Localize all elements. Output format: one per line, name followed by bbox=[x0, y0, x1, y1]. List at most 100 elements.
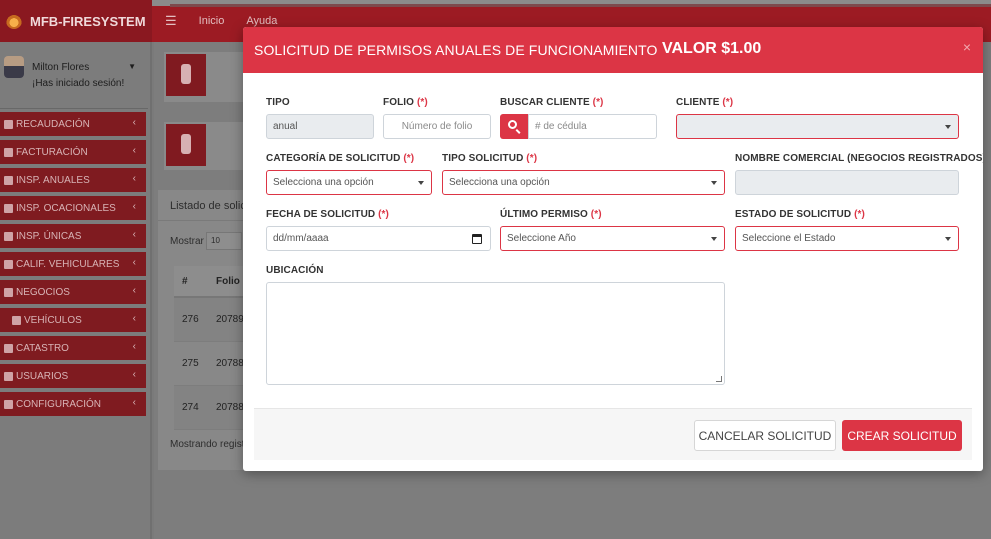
cedula-placeholder: # de cédula bbox=[535, 121, 587, 132]
brand-name: MFB-FIRESYSTEM bbox=[30, 13, 146, 29]
sidebar: Milton Flores ▼ ¡Has iniciado sesión! RE… bbox=[0, 42, 152, 539]
sidebar-item-label: FACTURACIÓN bbox=[16, 146, 88, 158]
building-icon bbox=[4, 287, 13, 297]
ultimo-permiso-label: ÚLTIMO PERMISO (*) bbox=[500, 209, 602, 220]
required-mark: (*) bbox=[526, 153, 538, 164]
sidebar-item-label: NEGOCIOS bbox=[16, 286, 70, 298]
estado-select[interactable]: Seleccione el Estado bbox=[735, 226, 959, 251]
tipo-value: anual bbox=[273, 121, 298, 132]
sidebar-item-label: INSP. ÚNICAS bbox=[16, 230, 82, 242]
tipo-label: TIPO bbox=[266, 97, 290, 108]
user-panel[interactable]: Milton Flores ▼ ¡Has iniciado sesión! bbox=[4, 56, 146, 96]
sidebar-item-calif-vehiculares[interactable]: CALIF. VEHICULARES ‹ bbox=[0, 252, 146, 276]
cell-id: 274 bbox=[182, 402, 199, 413]
cancel-button[interactable]: CANCELAR SOLICITUD bbox=[694, 420, 836, 451]
categoria-select[interactable]: Selecciona una opción bbox=[266, 170, 432, 195]
fecha-input[interactable]: dd/mm/aaaa bbox=[266, 226, 491, 251]
ultimo-permiso-value: Seleccione Año bbox=[507, 233, 576, 244]
extinguisher-icon bbox=[4, 203, 13, 213]
nav-ayuda[interactable]: Ayuda bbox=[246, 15, 277, 27]
extinguisher-icon bbox=[4, 175, 13, 185]
sidebar-item-insp-anuales[interactable]: INSP. ANUALES ‹ bbox=[0, 168, 146, 192]
chevron-left-icon: ‹ bbox=[132, 173, 136, 184]
divider bbox=[158, 220, 254, 221]
nombre-comercial-label-text: NOMBRE COMERCIAL (NEGOCIOS REGISTRADOS) bbox=[735, 153, 983, 164]
cliente-select[interactable] bbox=[676, 114, 959, 139]
sidebar-item-vehiculos[interactable]: VEHÍCULOS ‹ bbox=[0, 308, 146, 332]
sidebar-item-label: INSP. ANUALES bbox=[16, 174, 90, 186]
categoria-label-text: CATEGORÍA DE SOLICITUD bbox=[266, 153, 401, 164]
table-row[interactable]: 275 20788 bbox=[174, 342, 254, 386]
folio-label: FOLIO (*) bbox=[383, 97, 428, 108]
column-header-id[interactable]: # bbox=[174, 276, 208, 287]
folio-input[interactable]: Número de folio bbox=[383, 114, 491, 139]
create-request-button[interactable]: CREAR SOLICITUD bbox=[842, 420, 962, 451]
tipo-solicitud-select[interactable]: Selecciona una opción bbox=[442, 170, 725, 195]
fecha-placeholder: dd/mm/aaaa bbox=[273, 233, 329, 244]
ubicacion-textarea[interactable] bbox=[266, 282, 725, 385]
cell-id: 275 bbox=[182, 358, 199, 369]
folio-placeholder: Número de folio bbox=[401, 121, 473, 132]
calendar-icon[interactable] bbox=[472, 234, 482, 244]
search-icon bbox=[508, 120, 517, 129]
user-plus-icon bbox=[4, 371, 13, 381]
resize-handle[interactable] bbox=[716, 376, 722, 382]
estado-label-text: ESTADO DE SOLICITUD bbox=[735, 209, 852, 220]
sidebar-item-recaudacion[interactable]: RECAUDACIÓN ‹ bbox=[0, 112, 146, 136]
user-name: Milton Flores bbox=[32, 62, 90, 73]
tipo-field[interactable]: anual bbox=[266, 114, 374, 139]
search-button[interactable] bbox=[500, 114, 528, 139]
chevron-down-icon bbox=[945, 125, 951, 129]
sidebar-item-facturacion[interactable]: FACTURACIÓN ‹ bbox=[0, 140, 146, 164]
tipo-solicitud-label: TIPO SOLICITUD (*) bbox=[442, 153, 537, 164]
table-row[interactable]: 274 20788 bbox=[174, 386, 254, 430]
requests-table: # Folio 276 20789 275 20788 274 20788 bbox=[174, 266, 254, 430]
fecha-label-text: FECHA DE SOLICITUD bbox=[266, 209, 376, 220]
table-info: Mostrando regist bbox=[170, 439, 245, 450]
nav-inicio[interactable]: Inicio bbox=[199, 15, 225, 27]
buscar-cliente-label: BUSCAR CLIENTE (*) bbox=[500, 97, 604, 108]
sidebar-item-insp-unicas[interactable]: INSP. ÚNICAS ‹ bbox=[0, 224, 146, 248]
sidebar-item-configuracion[interactable]: CONFIGURACIÓN ‹ bbox=[0, 392, 146, 416]
ubicacion-label-text: UBICACIÓN bbox=[266, 265, 324, 276]
panel-title: Listado de solic bbox=[170, 200, 246, 212]
tipo-solicitud-value: Selecciona una opción bbox=[449, 177, 550, 188]
avatar bbox=[4, 56, 24, 78]
sidebar-item-catastro[interactable]: CATASTRO ‹ bbox=[0, 336, 146, 360]
chevron-left-icon: ‹ bbox=[132, 229, 136, 240]
chevron-down-icon bbox=[945, 237, 951, 241]
modal-price: VALOR $1.00 bbox=[662, 40, 762, 57]
modal-title: SOLICITUD DE PERMISOS ANUALES DE FUNCION… bbox=[254, 42, 658, 58]
show-entries-label: Mostrar bbox=[170, 236, 204, 247]
buscar-cliente-label-text: BUSCAR CLIENTE bbox=[500, 97, 590, 108]
table-row[interactable]: 276 20789 bbox=[174, 298, 254, 342]
brand[interactable]: MFB-FIRESYSTEM bbox=[0, 0, 152, 42]
chevron-left-icon: ‹ bbox=[132, 369, 136, 380]
divider bbox=[0, 108, 148, 109]
invoice-icon bbox=[4, 147, 13, 157]
nombre-comercial-label: NOMBRE COMERCIAL (NEGOCIOS REGISTRADOS) bbox=[735, 153, 983, 164]
required-mark: (*) bbox=[854, 209, 865, 220]
sidebar-item-label: CALIF. VEHICULARES bbox=[16, 258, 120, 270]
chevron-down-icon[interactable]: ▼ bbox=[128, 62, 136, 71]
modal-footer: CANCELAR SOLICITUD CREAR SOLICITUD bbox=[254, 408, 972, 460]
categoria-label: CATEGORÍA DE SOLICITUD (*) bbox=[266, 153, 414, 164]
hamburger-menu-icon[interactable]: ☰ bbox=[165, 13, 177, 29]
user-status: ¡Has iniciado sesión! bbox=[32, 78, 125, 89]
show-entries-select[interactable]: 10 bbox=[206, 232, 242, 250]
nombre-comercial-field[interactable] bbox=[735, 170, 959, 195]
sidebar-item-negocios[interactable]: NEGOCIOS ‹ bbox=[0, 280, 146, 304]
ultimo-permiso-label-text: ÚLTIMO PERMISO bbox=[500, 209, 588, 220]
categoria-value: Selecciona una opción bbox=[273, 177, 374, 188]
sidebar-item-insp-ocacionales[interactable]: INSP. OCACIONALES ‹ bbox=[0, 196, 146, 220]
tipo-label-text: TIPO bbox=[266, 97, 290, 108]
sidebar-item-usuarios[interactable]: USUARIOS ‹ bbox=[0, 364, 146, 388]
close-icon[interactable]: × bbox=[963, 39, 971, 55]
cedula-search-input[interactable]: # de cédula bbox=[528, 114, 657, 139]
cliente-label: CLIENTE (*) bbox=[676, 97, 733, 108]
chevron-down-icon bbox=[418, 181, 424, 185]
chevron-left-icon: ‹ bbox=[132, 257, 136, 268]
ultimo-permiso-select[interactable]: Seleccione Año bbox=[500, 226, 725, 251]
extinguisher-icon bbox=[166, 54, 206, 96]
chevron-down-icon bbox=[711, 181, 717, 185]
